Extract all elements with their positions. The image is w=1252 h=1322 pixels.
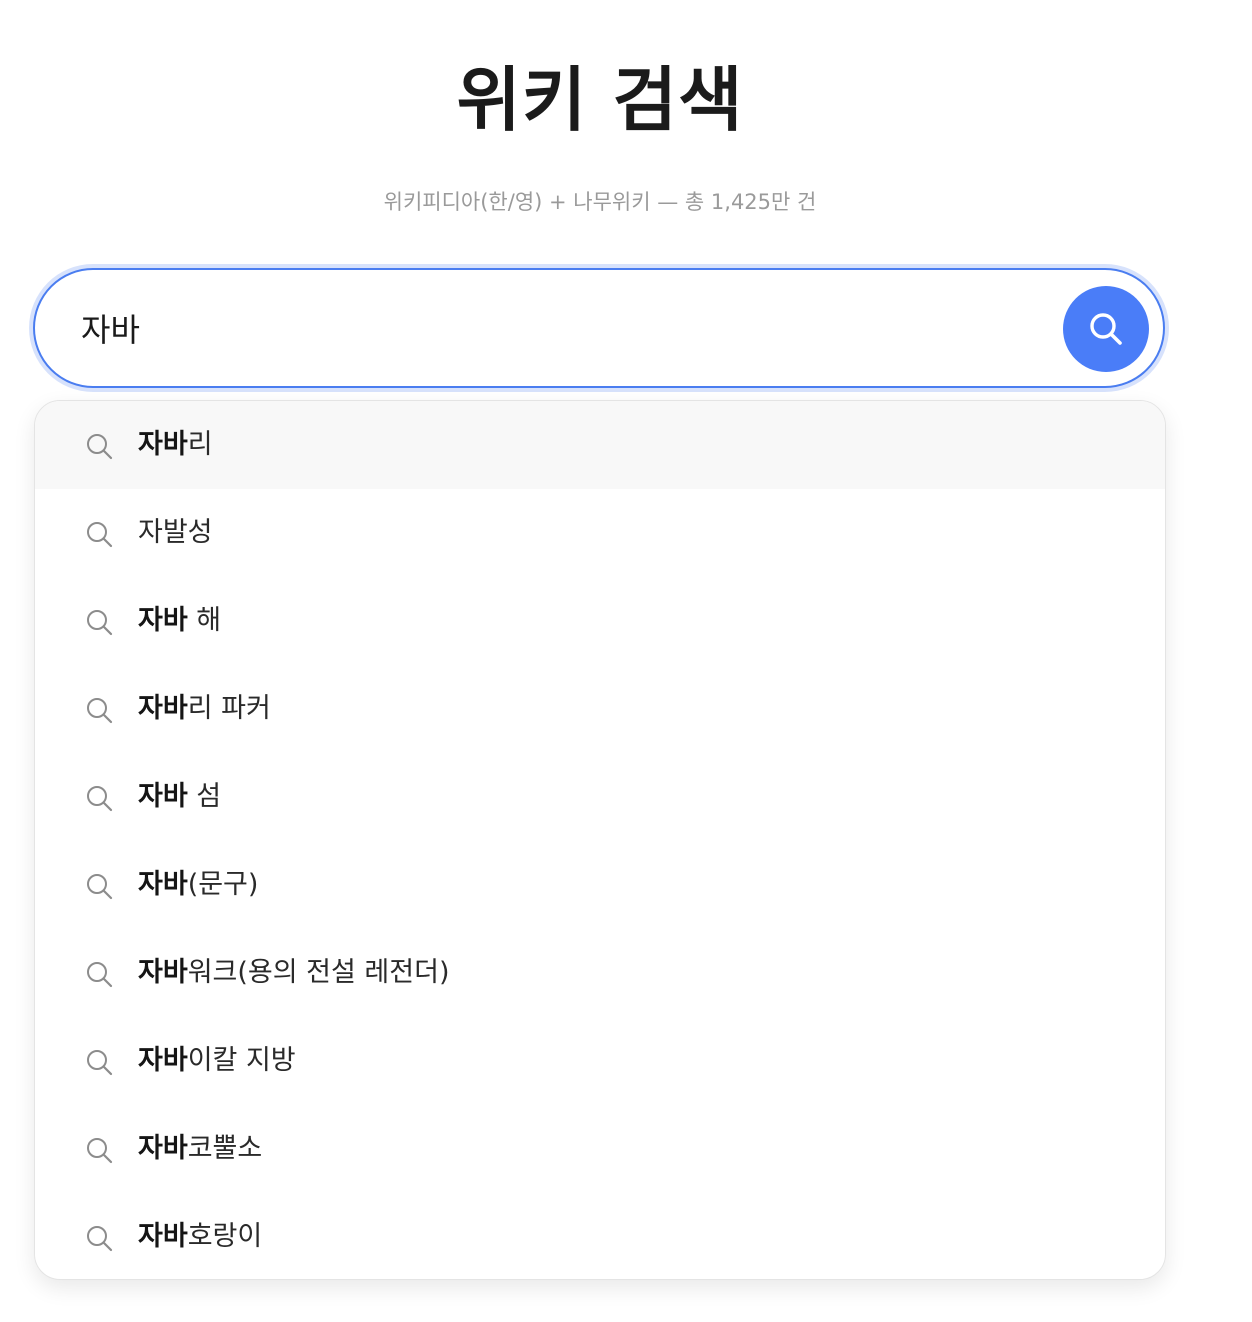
suggestion-label: 자바리 파커 xyxy=(138,689,271,729)
suggestion-item[interactable]: 자바(문구) xyxy=(35,841,1165,929)
suggestion-rest: 리 파커 xyxy=(187,693,271,724)
search-icon xyxy=(85,1224,113,1252)
suggestion-rest: 리 xyxy=(187,429,213,460)
suggestion-item[interactable]: 자바 섬 xyxy=(35,753,1165,841)
search-icon xyxy=(85,520,113,548)
suggestion-label: 자바이칼 지방 xyxy=(138,1041,296,1081)
suggestion-match: 자바 xyxy=(138,693,188,724)
suggestion-label: 자바리 xyxy=(138,425,213,465)
suggestion-item[interactable]: 자바코뿔소 xyxy=(35,1105,1165,1193)
search-icon xyxy=(85,1136,113,1164)
suggestion-rest: 호랑이 xyxy=(187,1221,263,1252)
suggestion-label: 자발성 xyxy=(138,513,213,553)
suggestion-rest: 이칼 지방 xyxy=(187,1045,296,1076)
suggestion-item[interactable]: 자바리 xyxy=(35,401,1165,489)
suggestion-rest: (문구) xyxy=(187,869,259,900)
suggestion-match: 자바 xyxy=(138,781,188,812)
suggestion-rest: 해 xyxy=(187,605,222,636)
suggestion-dropdown: 자바리 자발성 자바 해 자바리 파커 자바 섬 자바(문구) 자바워크(용의 전설 레전더… xyxy=(34,400,1166,1280)
suggestion-rest: 자발성 xyxy=(138,517,213,548)
search-bar xyxy=(33,268,1165,388)
suggestion-label: 자바코뿔소 xyxy=(138,1129,262,1169)
suggestion-label: 자바워크(용의 전설 레전더) xyxy=(138,953,449,993)
suggestion-item[interactable]: 자바호랑이 xyxy=(35,1193,1165,1279)
suggestion-match: 자바 xyxy=(138,429,188,460)
suggestion-item[interactable]: 자바리 파커 xyxy=(35,665,1165,753)
search-button[interactable] xyxy=(1063,286,1149,372)
search-input[interactable] xyxy=(81,298,981,358)
search-icon xyxy=(85,872,113,900)
suggestion-rest: 워크(용의 전설 레전더) xyxy=(187,957,450,988)
search-icon xyxy=(85,1048,113,1076)
suggestion-item[interactable]: 자바워크(용의 전설 레전더) xyxy=(35,929,1165,1017)
suggestion-match: 자바 xyxy=(138,957,188,988)
search-icon xyxy=(85,784,113,812)
suggestion-rest: 섬 xyxy=(187,781,222,812)
suggestion-match: 자바 xyxy=(138,1221,188,1252)
page-subtitle: 위키피디아(한/영) + 나무위키 — 총 1,425만 건 xyxy=(383,190,817,214)
suggestion-item[interactable]: 자발성 xyxy=(35,489,1165,577)
search-icon xyxy=(85,608,113,636)
search-icon xyxy=(85,432,113,460)
suggestion-match: 자바 xyxy=(138,1045,188,1076)
suggestion-match: 자바 xyxy=(138,605,188,636)
search-icon xyxy=(85,960,113,988)
search-icon xyxy=(1090,313,1122,345)
suggestion-item[interactable]: 자바이칼 지방 xyxy=(35,1017,1165,1105)
suggestion-label: 자바 해 xyxy=(138,601,221,641)
suggestion-rest: 코뿔소 xyxy=(187,1133,263,1164)
suggestion-match: 자바 xyxy=(138,1133,188,1164)
search-icon xyxy=(85,696,113,724)
wiki-search-page: 위키 검색 위키피디아(한/영) + 나무위키 — 총 1,425만 건 자바리… xyxy=(0,0,1252,1322)
suggestion-item[interactable]: 자바 해 xyxy=(35,577,1165,665)
suggestion-match: 자바 xyxy=(138,869,188,900)
page-title: 위키 검색 xyxy=(456,59,744,141)
suggestion-label: 자바호랑이 xyxy=(138,1217,262,1257)
suggestion-label: 자바 섬 xyxy=(138,777,221,817)
suggestion-label: 자바(문구) xyxy=(138,865,258,905)
